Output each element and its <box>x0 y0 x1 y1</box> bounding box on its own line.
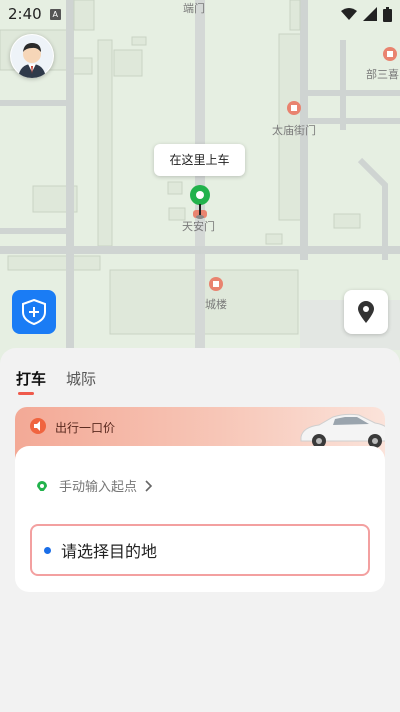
tab-bar: 打车 城际 <box>16 368 96 395</box>
destination-input[interactable]: 请选择目的地 <box>30 524 370 576</box>
tab-underline <box>18 392 34 395</box>
ride-panel: 打车 城际 出行一口价 手动输入起点 请选择目的地 <box>0 348 400 712</box>
start-location-text: 手动输入起点 <box>59 480 138 495</box>
tab-taxi-label: 打车 <box>16 370 47 388</box>
location-pin-icon <box>358 301 374 323</box>
safety-button[interactable] <box>12 290 56 334</box>
map-label-gate-tower: 城楼 <box>205 298 227 311</box>
speaker-icon <box>30 418 46 434</box>
destination-dot-icon <box>44 546 51 554</box>
car-icon <box>300 413 385 448</box>
start-point-icon <box>37 480 47 491</box>
status-time: 2:40 <box>8 5 42 23</box>
map-label-east: 部三喜 <box>366 68 399 81</box>
address-card: 手动输入起点 请选择目的地 <box>15 446 385 592</box>
tab-taxi[interactable]: 打车 <box>16 368 47 395</box>
user-avatar-icon <box>11 35 53 78</box>
status-icons <box>341 6 392 22</box>
tab-intercity[interactable]: 城际 <box>66 368 96 389</box>
pickup-pin-icon <box>190 185 210 219</box>
avatar[interactable] <box>10 34 54 78</box>
notification-icon: A <box>49 8 61 20</box>
poi-icon <box>209 277 223 291</box>
destination-text: 请选择目的地 <box>61 542 158 561</box>
map-label-tiananmen: 天安门 <box>182 220 215 233</box>
battery-icon <box>383 6 392 22</box>
poi-icon <box>383 47 397 61</box>
chevron-right-icon <box>145 479 153 492</box>
start-location-row[interactable]: 手动输入起点 <box>37 476 153 495</box>
locate-button[interactable] <box>344 290 388 334</box>
wifi-icon <box>341 8 357 20</box>
pickup-callout[interactable]: 在这里上车 <box>154 144 245 176</box>
map-label-temple-gate: 太庙街门 <box>272 124 316 137</box>
tab-intercity-label: 城际 <box>66 370 97 388</box>
safety-shield-icon <box>22 299 46 325</box>
poi-icon <box>287 101 301 115</box>
signal-icon <box>363 7 377 21</box>
promo-text: 出行一口价 <box>55 421 116 435</box>
status-bar: 2:40 A <box>0 0 400 28</box>
